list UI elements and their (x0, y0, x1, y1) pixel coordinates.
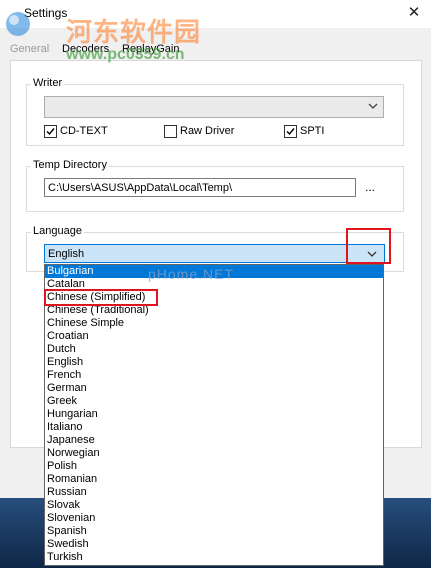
language-option[interactable]: German (45, 382, 383, 395)
language-option[interactable]: Croatian (45, 330, 383, 343)
language-option[interactable]: Chinese Simple (45, 317, 383, 330)
spti-label: SPTI (300, 125, 325, 137)
language-option[interactable]: Chinese (Simplified) (45, 291, 383, 304)
language-option[interactable]: Chinese (Traditional) (45, 304, 383, 317)
language-option[interactable]: Spanish (45, 525, 383, 538)
temp-directory-group-label: Temp Directory (31, 159, 109, 171)
language-group-label: Language (31, 225, 84, 237)
language-option[interactable]: Romanian (45, 473, 383, 486)
watermark-faint-text: pHome.NET (148, 266, 235, 282)
close-button[interactable]: ✕ (400, 2, 428, 24)
language-option[interactable]: Greek (45, 395, 383, 408)
writer-select[interactable] (44, 96, 384, 118)
raw-driver-label: Raw Driver (180, 125, 235, 137)
watermark-site-name: 河东软件园 (66, 17, 202, 47)
title-bar: Settings ✕ (0, 0, 431, 28)
spti-checkbox[interactable] (284, 125, 297, 138)
language-option[interactable]: French (45, 369, 383, 382)
language-option[interactable]: Polish (45, 460, 383, 473)
language-option[interactable]: Russian (45, 486, 383, 499)
chevron-down-icon (367, 251, 377, 257)
language-option[interactable]: Swedish (45, 538, 383, 551)
language-option[interactable]: Japanese (45, 434, 383, 447)
language-option[interactable]: Norwegian (45, 447, 383, 460)
chevron-down-icon (368, 103, 378, 109)
browse-button[interactable]: ... (365, 180, 375, 194)
checkmark-icon (286, 128, 295, 136)
cd-text-label: CD-TEXT (60, 125, 108, 137)
checkmark-icon (46, 128, 55, 136)
language-option[interactable]: Dutch (45, 343, 383, 356)
cd-text-checkbox[interactable] (44, 125, 57, 138)
watermark-url: www.pc0359.cn (66, 46, 185, 63)
language-option[interactable]: Turkish (45, 551, 383, 564)
raw-driver-checkbox[interactable] (164, 125, 177, 138)
language-selected-value: English (48, 248, 85, 260)
language-option[interactable]: Italiano (45, 421, 383, 434)
close-icon: ✕ (407, 4, 421, 21)
temp-directory-input[interactable]: C:\Users\ASUS\AppData\Local\Temp\ (44, 178, 356, 197)
writer-group-label: Writer (31, 77, 65, 89)
language-option[interactable]: Slovak (45, 499, 383, 512)
language-option[interactable]: Hungarian (45, 408, 383, 421)
watermark-logo (6, 12, 30, 36)
language-select[interactable]: English (44, 244, 385, 263)
language-option[interactable]: English (45, 356, 383, 369)
language-dropdown-list: Bulgarian Catalan Chinese (Simplified) C… (44, 264, 384, 566)
language-option[interactable]: Slovenian (45, 512, 383, 525)
